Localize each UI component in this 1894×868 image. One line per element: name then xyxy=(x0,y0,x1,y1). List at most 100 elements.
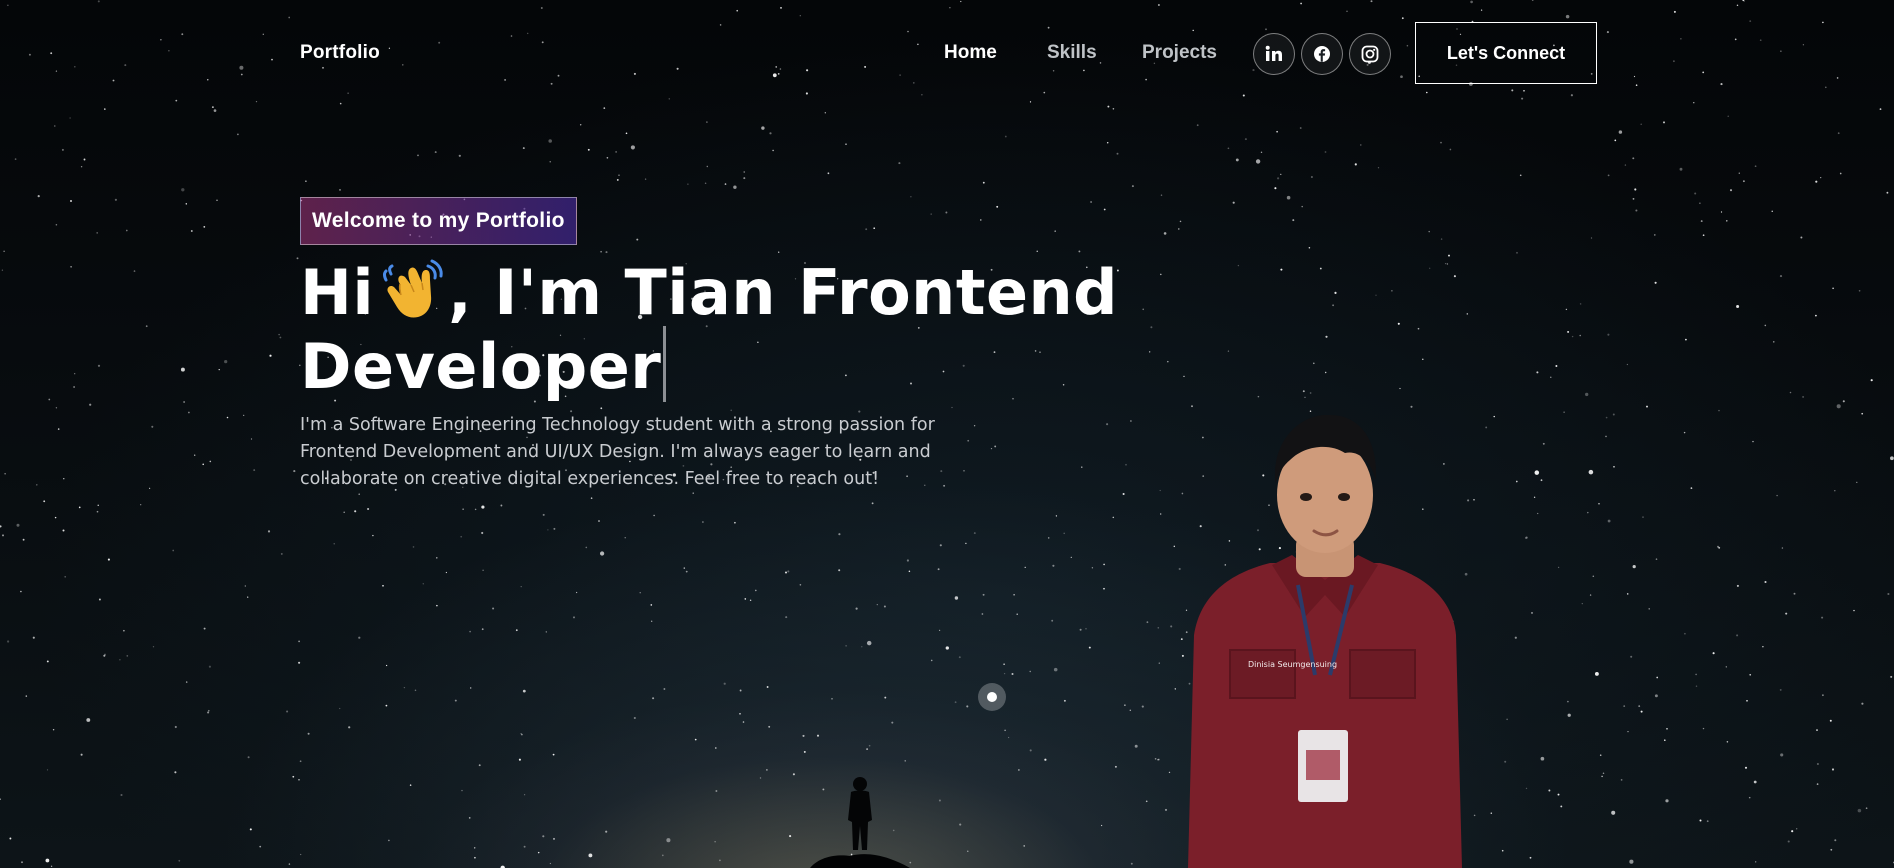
star xyxy=(1683,431,1686,434)
star xyxy=(1829,719,1832,722)
instagram-button[interactable] xyxy=(1349,33,1391,75)
star xyxy=(2,534,4,537)
star xyxy=(1397,322,1400,325)
star xyxy=(63,478,65,480)
star xyxy=(959,823,962,826)
facebook-icon xyxy=(1314,46,1330,62)
star xyxy=(1302,390,1305,393)
star xyxy=(1738,172,1740,174)
star xyxy=(180,367,185,372)
star xyxy=(213,109,217,112)
star xyxy=(1627,730,1629,733)
star xyxy=(768,725,771,728)
lets-connect-button[interactable]: Let's Connect xyxy=(1415,22,1597,84)
star xyxy=(244,585,246,587)
star xyxy=(298,640,300,643)
star xyxy=(884,696,887,699)
star xyxy=(203,226,206,228)
star xyxy=(1666,728,1668,730)
star xyxy=(542,835,545,838)
star xyxy=(1280,173,1282,176)
star xyxy=(945,646,949,650)
star xyxy=(855,607,858,610)
star xyxy=(1665,799,1669,803)
star xyxy=(492,607,495,610)
star xyxy=(938,799,941,802)
star xyxy=(1624,164,1627,166)
star xyxy=(1164,808,1168,811)
star xyxy=(80,166,83,168)
star xyxy=(1822,694,1824,697)
star xyxy=(1780,753,1784,757)
star xyxy=(1861,702,1864,705)
brand-logo[interactable]: Portfolio xyxy=(300,42,380,64)
star xyxy=(172,549,175,552)
star xyxy=(1448,254,1450,257)
facebook-button[interactable] xyxy=(1301,33,1343,75)
star xyxy=(930,213,932,215)
star xyxy=(1453,275,1456,278)
star xyxy=(1634,188,1637,191)
star xyxy=(824,112,826,114)
star xyxy=(966,705,969,708)
nav-link-skills[interactable]: Skills xyxy=(1047,42,1097,64)
star xyxy=(1567,700,1569,703)
star xyxy=(799,584,802,586)
star xyxy=(152,646,155,648)
star xyxy=(1519,174,1522,177)
star xyxy=(470,687,472,689)
star xyxy=(600,250,602,253)
star xyxy=(1816,762,1819,766)
star xyxy=(548,139,552,143)
star xyxy=(78,506,81,509)
star xyxy=(666,838,671,843)
star xyxy=(54,516,57,519)
star xyxy=(1473,499,1475,501)
star xyxy=(474,856,476,859)
star xyxy=(89,403,92,406)
star xyxy=(636,238,639,241)
star xyxy=(1160,194,1163,196)
star xyxy=(1160,273,1162,276)
star xyxy=(1858,289,1861,292)
star xyxy=(1360,144,1362,146)
star xyxy=(1313,362,1315,365)
star xyxy=(1653,234,1656,236)
star xyxy=(280,552,283,555)
star xyxy=(1640,123,1642,126)
star xyxy=(249,828,252,831)
star xyxy=(1865,807,1868,810)
star xyxy=(784,571,788,574)
star xyxy=(652,697,655,700)
star xyxy=(1632,564,1636,569)
star xyxy=(1023,845,1026,847)
star xyxy=(3,250,5,252)
star xyxy=(1514,636,1517,639)
star xyxy=(1106,142,1109,144)
star xyxy=(1324,151,1327,153)
star xyxy=(1052,564,1055,567)
star xyxy=(1531,611,1533,614)
star xyxy=(461,789,463,792)
star xyxy=(80,753,83,756)
nav-link-projects[interactable]: Projects xyxy=(1142,42,1217,64)
star xyxy=(958,656,961,659)
star xyxy=(305,180,307,182)
star xyxy=(1081,466,1083,468)
star xyxy=(1712,652,1715,655)
star xyxy=(454,699,457,702)
star xyxy=(1557,793,1560,796)
star xyxy=(1440,141,1442,144)
star xyxy=(1542,442,1545,445)
star xyxy=(55,407,58,409)
star xyxy=(938,629,941,632)
nav-link-home[interactable]: Home xyxy=(944,42,997,64)
star xyxy=(1159,489,1161,492)
star xyxy=(216,199,218,201)
star xyxy=(1124,704,1126,706)
star xyxy=(1890,675,1893,678)
star xyxy=(1145,800,1148,803)
star xyxy=(1235,158,1239,162)
star xyxy=(1112,516,1115,519)
linkedin-button[interactable] xyxy=(1253,33,1295,75)
